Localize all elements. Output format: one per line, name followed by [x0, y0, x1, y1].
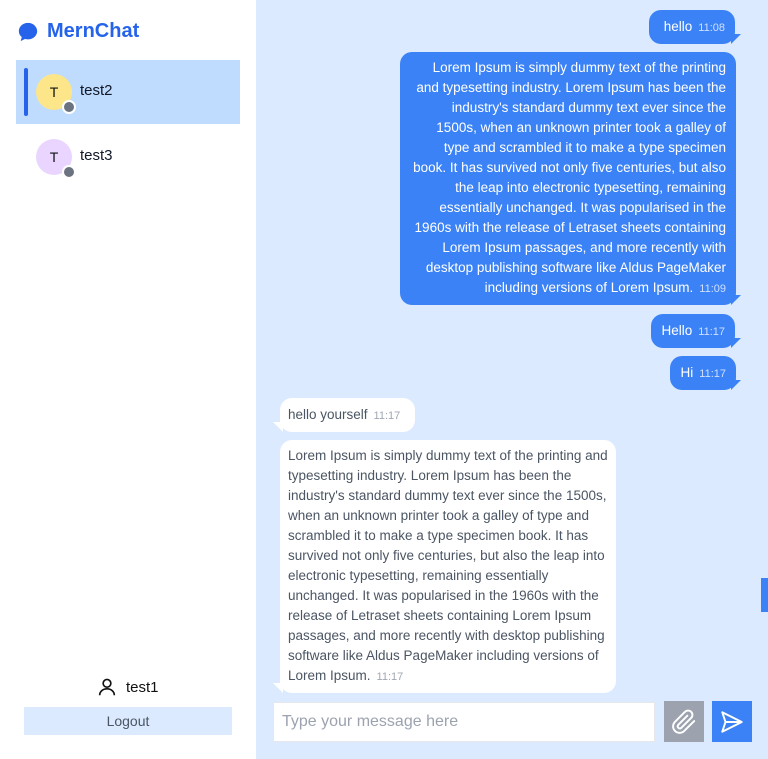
contact-name: test3 [80, 147, 113, 164]
message-time: 11:09 [699, 283, 726, 295]
bubble-tail [731, 34, 741, 44]
bubble-tail [731, 295, 741, 305]
avatar-initial: T [49, 84, 59, 100]
send-icon [721, 710, 743, 733]
chat-scrollbar[interactable] [761, 578, 768, 612]
bubble-tail [273, 422, 283, 432]
message-outgoing: Hi 11:17 [670, 356, 736, 390]
app-title: MernChat [47, 20, 140, 42]
message-text: hello [663, 19, 693, 34]
message-outgoing: Hello 11:17 [651, 314, 735, 348]
message-outgoing: hello 11:08 [649, 10, 735, 44]
logout-button[interactable]: Logout [24, 707, 232, 735]
app-logo: MernChat [17, 20, 139, 43]
presence-dot [62, 100, 76, 114]
message-text: Hi [680, 365, 694, 380]
active-indicator [24, 68, 28, 116]
message-time: 11:17 [376, 671, 404, 683]
message-time: 11:17 [698, 326, 725, 338]
message-text: hello yourself [288, 407, 368, 422]
bubble-tail [273, 683, 283, 693]
message-outgoing: Lorem Ipsum is simply dummy text of the … [400, 52, 736, 305]
message-text: Lorem Ipsum is simply dummy text of the … [288, 448, 608, 683]
message-text: Hello [661, 323, 693, 338]
presence-dot [62, 165, 76, 179]
message-time: 11:17 [373, 410, 401, 422]
avatar: T [36, 139, 76, 179]
contact-name: test2 [80, 82, 113, 99]
attach-button[interactable] [664, 701, 704, 742]
current-user-name: test1 [126, 678, 159, 696]
avatar: T [36, 74, 76, 114]
message-time: 11:17 [699, 368, 726, 380]
contact-item-test3[interactable]: T test3 [16, 125, 240, 189]
user-icon [98, 678, 116, 696]
message-incoming: Lorem Ipsum is simply dummy text of the … [280, 440, 616, 693]
paperclip-icon [672, 709, 696, 734]
chat-panel: hello 11:08 Lorem Ipsum is simply dummy t… [256, 0, 768, 759]
message-input[interactable] [273, 702, 655, 742]
message-incoming: hello yourself 11:17 [280, 398, 415, 432]
current-user: test1 [96, 676, 159, 698]
message-time: 11:08 [698, 22, 725, 34]
bubble-tail [731, 338, 741, 348]
message-text: Lorem Ipsum is simply dummy text of the … [413, 60, 726, 295]
send-button[interactable] [712, 701, 752, 742]
chat-bubble-icon [18, 22, 38, 41]
contact-item-test2[interactable]: T test2 [16, 60, 240, 124]
avatar-initial: T [49, 149, 59, 165]
bubble-tail [731, 380, 741, 390]
sidebar: MernChat T test2 T test3 test1 Logout [0, 0, 256, 759]
